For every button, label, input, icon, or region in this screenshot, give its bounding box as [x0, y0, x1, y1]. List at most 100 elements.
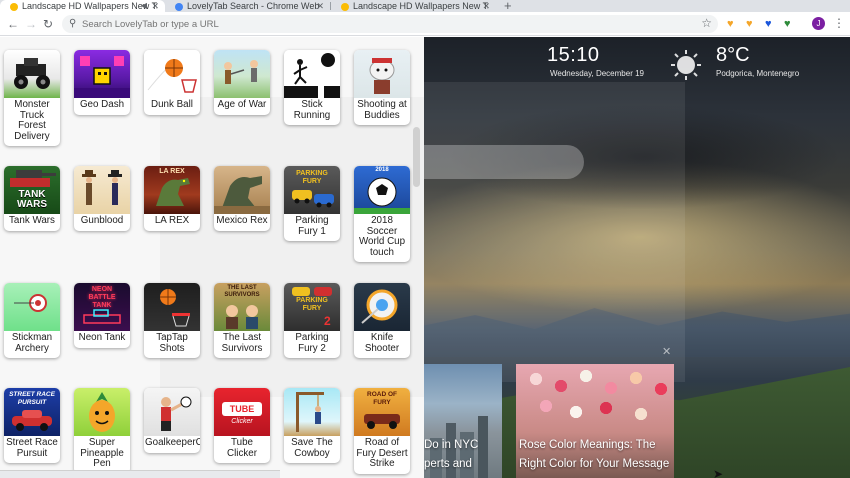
game-thumb — [74, 50, 130, 98]
game-card[interactable]: TUBE Clicker Tube Clicker — [214, 388, 270, 463]
game-label: 2018 Soccer World Cup touch — [358, 215, 406, 258]
audio-icon[interactable]: ◀ — [141, 0, 147, 12]
news-card-nyc[interactable]: Do in NYC perts and — [424, 364, 502, 478]
game-card[interactable]: PARKING FURY Parking Fury 1 — [284, 166, 340, 241]
game-card[interactable]: GoalkeeperChallenge — [144, 388, 200, 453]
new-tab-page: 15:10 Wednesday, December 19 8°C Podgori… — [0, 37, 850, 478]
extension-heart-icon[interactable]: ♥ — [784, 18, 791, 30]
game-label: Street Race Pursuit — [6, 437, 58, 459]
game-label: Parking Fury 2 — [295, 332, 329, 354]
game-thumb: 2018 — [354, 166, 410, 214]
game-label: Save The Cowboy — [291, 437, 333, 459]
close-tab-icon[interactable]: ✕ — [482, 0, 490, 12]
game-card[interactable]: TANK WARS Tank Wars — [4, 166, 60, 231]
game-label: Neon Tank — [78, 332, 126, 343]
game-label: Parking Fury 1 — [295, 215, 329, 237]
pineapple-icon — [89, 392, 115, 432]
game-card[interactable]: STREET RACE PURSUIT Street Race Pursuit — [4, 388, 60, 463]
weather-location[interactable]: Podgorica, Montenegro — [716, 69, 799, 78]
forward-arrow-icon[interactable]: → — [25, 16, 37, 32]
extension-heart-icon[interactable]: ♥ — [746, 18, 753, 30]
game-card[interactable]: Shooting at Buddies — [354, 50, 410, 125]
back-arrow-icon[interactable]: ← — [7, 16, 19, 32]
reload-icon[interactable]: ↻ — [43, 16, 53, 32]
game-card[interactable]: Gunblood — [74, 166, 130, 231]
game-label: Shooting at Buddies — [357, 99, 407, 121]
clock-time: 15:10 — [547, 44, 600, 66]
search-icon: ⚲ — [69, 18, 77, 29]
close-tab-icon[interactable]: ✕ — [151, 0, 159, 12]
panel-scrollbar-thumb[interactable] — [413, 127, 420, 187]
game-label: GoalkeeperChallenge — [145, 437, 200, 448]
game-label: Stickman Archery — [11, 332, 53, 354]
game-card[interactable]: TapTap Shots — [144, 283, 200, 358]
game-card[interactable]: Mexico Rex — [214, 166, 270, 231]
game-thumb: PARKING FURY 2 — [284, 283, 340, 331]
news-card-roses[interactable]: Rose Color Meanings: The Right Color for… — [516, 364, 674, 478]
game-thumb: THE LAST SURVIVORS — [214, 283, 270, 331]
sun-weather-icon — [671, 50, 701, 80]
cowboy-icon — [82, 170, 122, 205]
tab-landscape-active[interactable]: Landscape HD Wallpapers New Tab ◀ ✕ — [0, 0, 165, 12]
game-card[interactable]: 2018 2018 Soccer World Cup touch — [354, 166, 410, 262]
game-card[interactable]: Geo Dash — [74, 50, 130, 115]
thumb-subtitle: Clicker — [231, 418, 253, 425]
soldiers-icon — [224, 60, 258, 84]
new-tab-icon[interactable]: + — [504, 0, 512, 12]
tab-lovelytab-store[interactable]: LovelyTab Search - Chrome Web Store ✕ — [165, 0, 330, 12]
game-label: Gunblood — [80, 215, 124, 226]
game-label: Super Pineapple Pen — [80, 437, 124, 469]
close-news-icon[interactable]: ✕ — [662, 345, 671, 358]
game-label: TapTap Shots — [156, 332, 188, 354]
game-thumb: ROAD OF FURY — [354, 388, 410, 436]
thumb-title: THE LAST SURVIVORS — [224, 285, 260, 298]
tab-landscape-2[interactable]: Landscape HD Wallpapers New Tab ✕ — [331, 0, 496, 12]
extension-heart-icon[interactable]: ♥ — [727, 18, 734, 30]
address-bar[interactable]: ⚲ ☆ — [62, 15, 718, 33]
geo-dash-icon — [74, 56, 130, 98]
monster-truck-icon — [14, 58, 50, 89]
game-label: LA REX — [154, 215, 190, 226]
extension-heart-icon[interactable]: ♥ — [765, 18, 772, 30]
tab-favicon — [341, 2, 349, 11]
game-thumb: TUBE Clicker — [214, 388, 270, 436]
game-card[interactable]: Save The Cowboy — [284, 388, 340, 463]
game-card[interactable]: Age of War — [214, 50, 270, 115]
basketball-icon — [160, 289, 190, 327]
close-tab-icon[interactable]: ✕ — [316, 0, 324, 12]
game-card[interactable]: Knife Shooter — [354, 283, 410, 358]
game-card[interactable]: Dunk Ball — [144, 50, 200, 115]
thumb-title: NEON BATTLE TANK — [88, 286, 116, 309]
game-thumb — [4, 50, 60, 98]
game-thumb — [354, 283, 410, 331]
game-card[interactable]: Stickman Archery — [4, 283, 60, 358]
page-search-bar[interactable] — [424, 145, 584, 179]
game-label: Age of War — [217, 99, 267, 110]
game-thumb — [214, 166, 270, 214]
menu-kebab-icon[interactable]: ⋮ — [833, 16, 845, 30]
game-card[interactable]: ROAD OF FURY Road of Fury Desert Strike — [354, 388, 410, 474]
basketball-icon — [147, 59, 197, 93]
game-thumb — [214, 50, 270, 98]
game-label: Monster Truck Forest Delivery — [14, 99, 50, 142]
game-card[interactable]: THE LAST SURVIVORS The Last Survivors — [214, 283, 270, 358]
game-label: The Last Survivors — [221, 332, 263, 354]
game-thumb — [74, 388, 130, 436]
game-card[interactable]: Monster Truck Forest Delivery — [4, 50, 60, 146]
profile-avatar[interactable]: J — [812, 17, 825, 30]
game-card[interactable]: NEON BATTLE TANK Neon Tank — [74, 283, 130, 348]
thumb-title: PARKING FURY — [296, 297, 328, 312]
game-label: Road of Fury Desert Strike — [356, 437, 408, 469]
game-card[interactable]: LA REX LA REX — [144, 166, 200, 231]
game-label: Geo Dash — [79, 99, 125, 110]
game-label: Stick Running — [293, 99, 331, 121]
game-card[interactable]: PARKING FURY 2 Parking Fury 2 — [284, 283, 340, 358]
rope-icon — [296, 392, 324, 432]
bookmark-star-icon[interactable]: ☆ — [701, 16, 712, 30]
game-label: Dunk Ball — [151, 99, 193, 110]
game-card[interactable]: Super Pineapple Pen — [74, 388, 130, 474]
omnibox-input[interactable] — [82, 16, 682, 32]
game-card[interactable]: Stick Running — [284, 50, 340, 125]
tab-favicon — [175, 2, 183, 11]
tab-title: Landscape HD Wallpapers New Tab — [22, 1, 157, 11]
